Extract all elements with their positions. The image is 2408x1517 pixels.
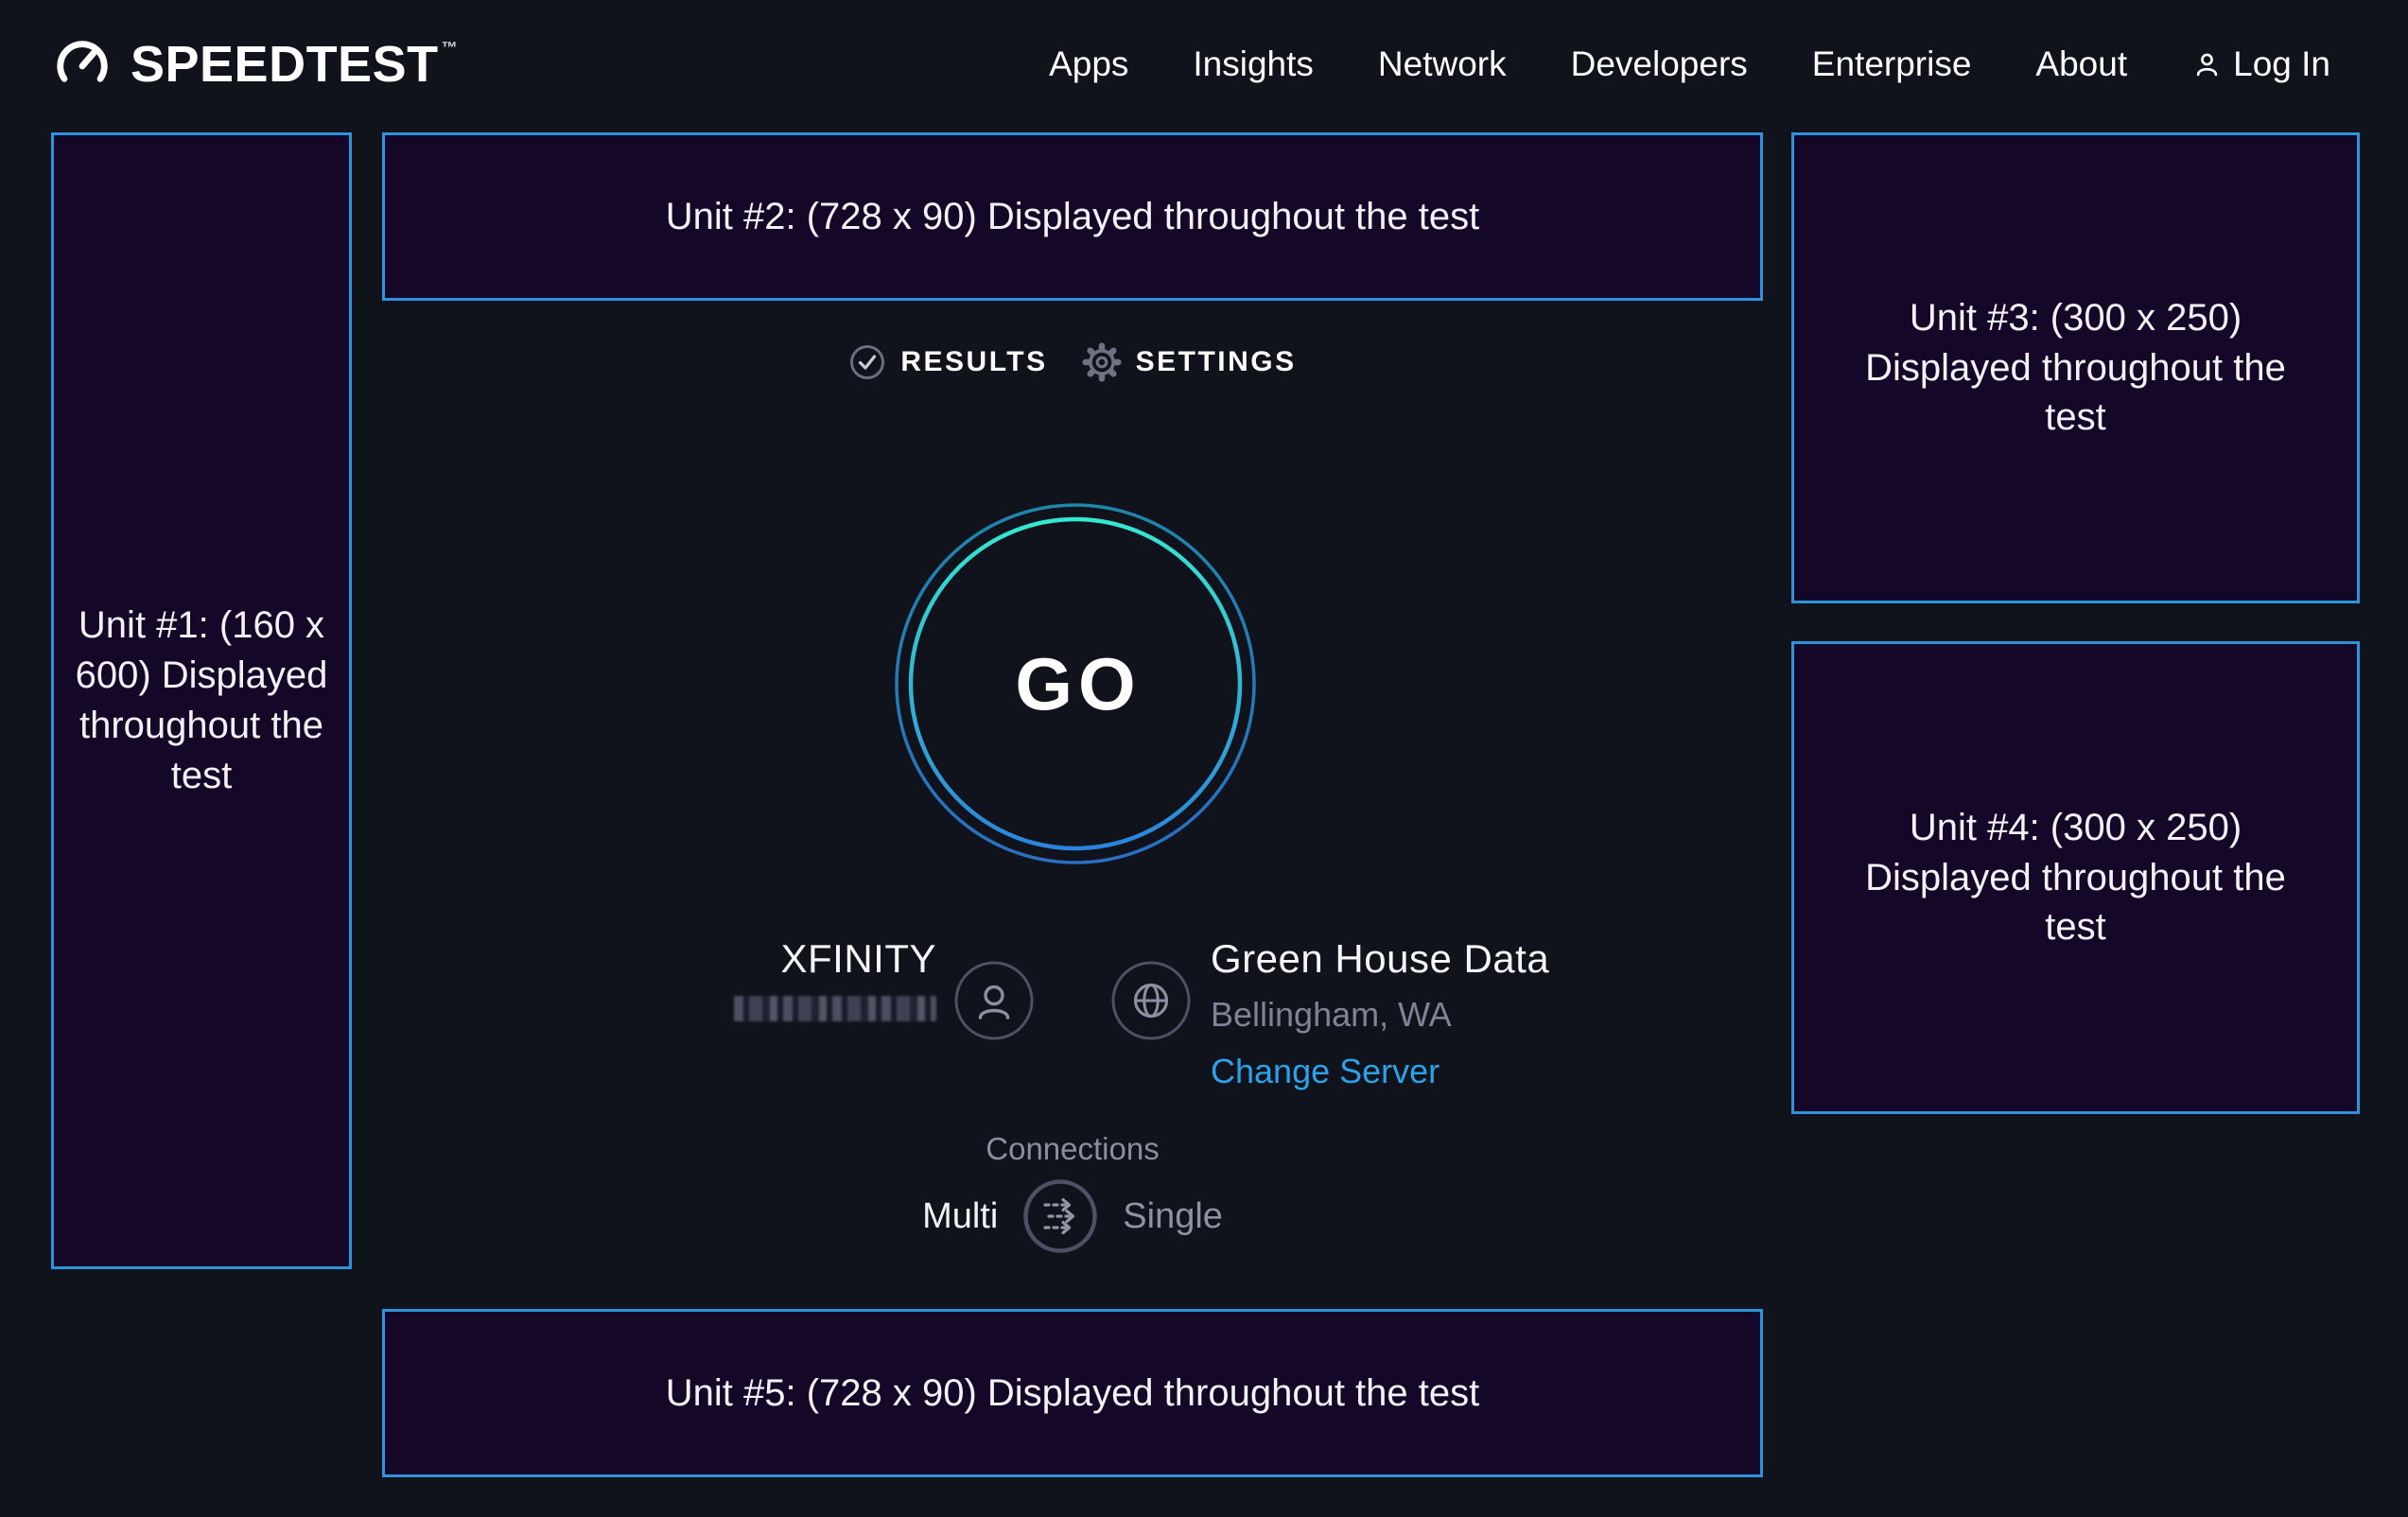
server-name: Green House Data [1211, 936, 1549, 982]
speedometer-logo-icon [53, 35, 112, 94]
ad-unit-5-banner-bottom[interactable]: Unit #5: (728 x 90) Displayed throughout… [382, 1309, 1763, 1477]
server-info: Green House Data Bellingham, WA Change S… [1110, 931, 1549, 1091]
top-navigation-bar: SPEEDTEST ™ Apps Insights Network Develo… [0, 0, 2408, 129]
tab-results[interactable]: RESULTS [848, 342, 1047, 382]
nav-item-network[interactable]: Network [1378, 44, 1507, 84]
globe-icon [1110, 960, 1192, 1091]
nav-item-developers[interactable]: Developers [1571, 44, 1748, 84]
brand-name: SPEEDTEST [131, 35, 439, 94]
isp-name: XFINITY [734, 936, 936, 982]
connections-option-multi[interactable]: Multi [922, 1196, 998, 1237]
trademark-mark: ™ [442, 39, 459, 58]
nav-item-about[interactable]: About [2035, 44, 2127, 84]
change-server-link[interactable]: Change Server [1211, 1052, 1549, 1091]
nav-item-insights[interactable]: Insights [1193, 44, 1314, 84]
tab-settings[interactable]: SETTINGS [1082, 342, 1297, 382]
speedtest-page: SPEEDTEST ™ Apps Insights Network Develo… [0, 0, 2408, 1517]
connections-option-single[interactable]: Single [1123, 1196, 1223, 1237]
isp-info: XFINITY [382, 931, 1035, 1041]
connections-label: Connections [382, 1131, 1763, 1167]
nav-item-apps[interactable]: Apps [1049, 44, 1128, 84]
login-label: Log In [2233, 44, 2330, 84]
ad-unit-1-label: Unit #1: (160 x 600) Displayed throughou… [54, 601, 349, 800]
connections-toggle: Multi Single [382, 1178, 1763, 1254]
ad-unit-1-skyscraper[interactable]: Unit #1: (160 x 600) Displayed throughou… [51, 132, 352, 1269]
ad-unit-2-label: Unit #2: (728 x 90) Displayed throughout… [666, 192, 1480, 242]
tab-results-label: RESULTS [900, 346, 1047, 378]
ad-unit-3-label: Unit #3: (300 x 250) Displayed throughou… [1794, 293, 2357, 443]
ad-unit-4-rectangle[interactable]: Unit #4: (300 x 250) Displayed throughou… [1791, 641, 2360, 1114]
isp-user-icon [953, 960, 1035, 1041]
ad-unit-5-label: Unit #5: (728 x 90) Displayed throughout… [666, 1369, 1480, 1419]
ad-unit-3-rectangle[interactable]: Unit #3: (300 x 250) Displayed throughou… [1791, 132, 2360, 603]
isp-details-redacted [734, 996, 936, 1021]
ad-unit-2-banner-top[interactable]: Unit #2: (728 x 90) Displayed throughout… [382, 132, 1763, 301]
go-button[interactable]: GO [890, 498, 1261, 869]
go-label: GO [890, 498, 1261, 869]
server-location: Bellingham, WA [1211, 995, 1549, 1035]
nav-item-enterprise[interactable]: Enterprise [1812, 44, 1972, 84]
ad-unit-4-label: Unit #4: (300 x 250) Displayed throughou… [1794, 803, 2357, 952]
tab-settings-label: SETTINGS [1136, 346, 1297, 378]
check-circle-icon [848, 343, 886, 381]
view-tabs: RESULTS SETTINGS [382, 342, 1763, 382]
login-button[interactable]: Log In [2191, 44, 2330, 84]
multi-connection-arrows-icon[interactable] [1022, 1178, 1098, 1254]
main-nav: Apps Insights Network Developers Enterpr… [1049, 44, 2330, 84]
speedtest-logo[interactable]: SPEEDTEST ™ [53, 35, 458, 94]
user-icon [2191, 49, 2223, 80]
gear-icon [1082, 342, 1122, 382]
